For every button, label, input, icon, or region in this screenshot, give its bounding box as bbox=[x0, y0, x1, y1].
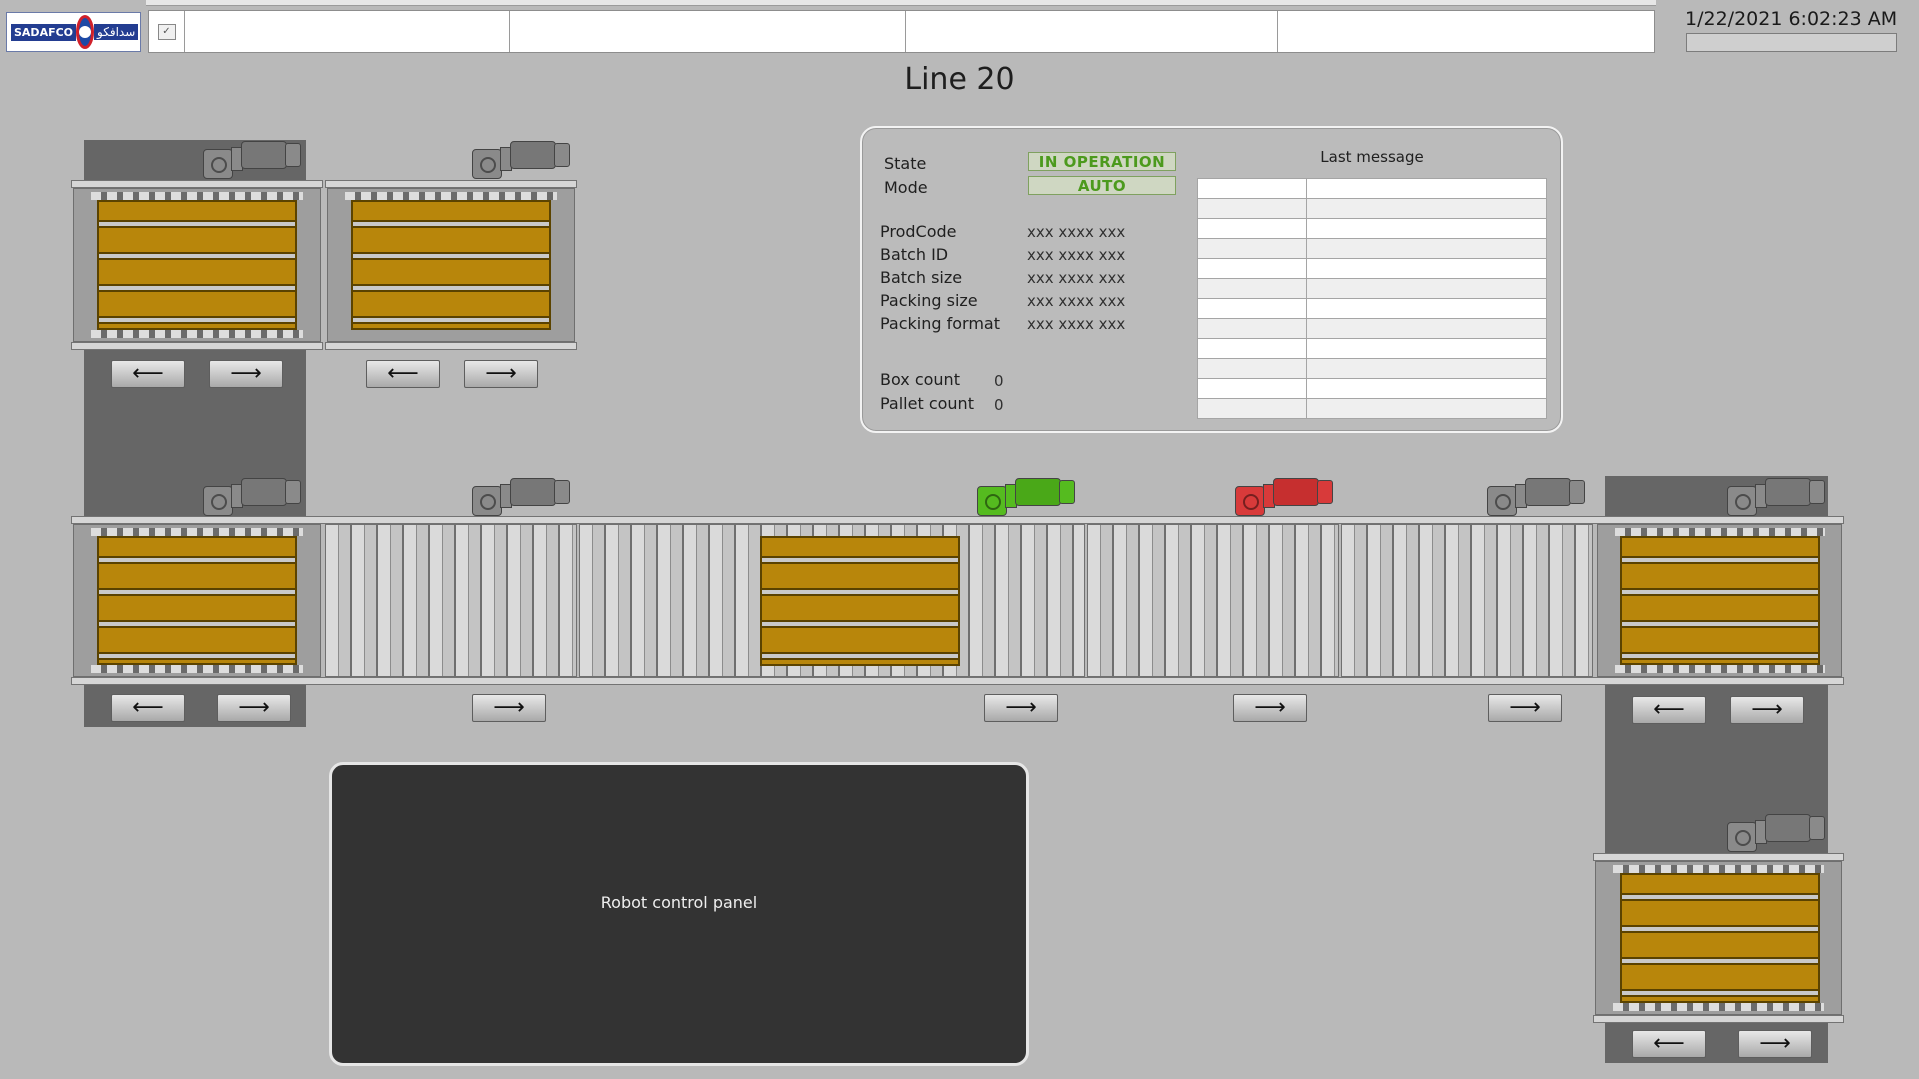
motor-icon[interactable] bbox=[472, 476, 572, 516]
pallet bbox=[1620, 873, 1820, 1003]
field-value: xxx xxxx xxx bbox=[1027, 269, 1126, 287]
table-row bbox=[1197, 238, 1547, 259]
robot-control-panel[interactable]: Robot control panel bbox=[329, 762, 1029, 1066]
datetime-display: 1/22/2021 6:02:23 AM bbox=[1685, 8, 1898, 30]
pallet bbox=[351, 200, 551, 330]
field-label: Batch size bbox=[880, 268, 963, 287]
table-row bbox=[1197, 378, 1547, 399]
roller-conveyor-1[interactable] bbox=[325, 524, 577, 677]
logo-text-ar: سدافكو bbox=[94, 24, 139, 40]
table-row bbox=[1197, 358, 1547, 379]
move-left-button[interactable]: ⟵ bbox=[1632, 1030, 1706, 1058]
conveyor-top-rail bbox=[71, 516, 1844, 524]
move-left-button[interactable]: ⟵ bbox=[111, 360, 185, 388]
pallet-station-1[interactable] bbox=[71, 180, 323, 350]
page-title: Line 20 bbox=[904, 62, 1015, 97]
table-row bbox=[1197, 338, 1547, 359]
move-left-button[interactable]: ⟵ bbox=[111, 694, 185, 722]
field-label: ProdCode bbox=[880, 222, 957, 241]
logo-emblem-icon bbox=[76, 15, 95, 49]
roller-conveyor-3[interactable] bbox=[1087, 524, 1339, 677]
alarm-cell-4 bbox=[1278, 11, 1654, 52]
pallet-count-label: Pallet count bbox=[880, 394, 974, 413]
move-right-button[interactable]: ⟶ bbox=[209, 360, 283, 388]
motor-fault-icon[interactable] bbox=[1235, 476, 1335, 516]
field-value: xxx xxxx xxx bbox=[1027, 223, 1126, 241]
box-count-value: 0 bbox=[994, 372, 1004, 390]
move-left-button[interactable]: ⟵ bbox=[1632, 696, 1706, 724]
field-label: Batch ID bbox=[880, 245, 949, 264]
table-row bbox=[1197, 198, 1547, 219]
move-right-button[interactable]: ⟶ bbox=[472, 694, 546, 722]
alarm-message-bar[interactable]: ✓ bbox=[148, 10, 1655, 53]
move-right-button[interactable]: ⟶ bbox=[1233, 694, 1307, 722]
mode-indicator: AUTO bbox=[1028, 176, 1176, 195]
pallet bbox=[1620, 536, 1820, 665]
move-right-button[interactable]: ⟶ bbox=[1730, 696, 1804, 724]
box-count-label: Box count bbox=[880, 370, 960, 389]
alarm-cell-2 bbox=[510, 11, 906, 52]
roller-conveyor-4[interactable] bbox=[1341, 524, 1593, 677]
field-value: xxx xxxx xxx bbox=[1027, 315, 1126, 333]
top-strip bbox=[146, 0, 1656, 6]
logo-text-en: SADAFCO bbox=[11, 23, 77, 41]
mode-label: Mode bbox=[884, 178, 928, 197]
move-left-button[interactable]: ⟵ bbox=[366, 360, 440, 388]
pallet-count-value: 0 bbox=[994, 396, 1004, 414]
table-row bbox=[1197, 178, 1547, 199]
move-right-button[interactable]: ⟶ bbox=[1488, 694, 1562, 722]
field-label: Packing size bbox=[880, 291, 978, 310]
move-right-button[interactable]: ⟶ bbox=[1738, 1030, 1812, 1058]
pallet-station-2[interactable] bbox=[325, 180, 577, 350]
table-row bbox=[1197, 398, 1547, 419]
table-row bbox=[1197, 218, 1547, 239]
table-row bbox=[1197, 278, 1547, 299]
last-message-table[interactable] bbox=[1197, 178, 1547, 419]
last-message-label: Last message bbox=[1320, 148, 1424, 166]
pallet bbox=[97, 200, 297, 330]
move-right-button[interactable]: ⟶ bbox=[984, 694, 1058, 722]
pallet bbox=[97, 536, 297, 665]
motor-icon[interactable] bbox=[472, 139, 572, 179]
motor-icon[interactable] bbox=[1727, 476, 1827, 516]
table-row bbox=[1197, 318, 1547, 339]
move-right-button[interactable]: ⟶ bbox=[464, 360, 538, 388]
motor-icon[interactable] bbox=[1727, 812, 1827, 852]
message-icon[interactable]: ✓ bbox=[149, 11, 185, 52]
datetime-bar bbox=[1686, 33, 1897, 52]
company-logo: SADAFCO سدافكو bbox=[6, 12, 141, 52]
pallet bbox=[760, 536, 960, 666]
pallet-station-5[interactable] bbox=[1593, 853, 1844, 1023]
table-row bbox=[1197, 298, 1547, 319]
motor-icon[interactable] bbox=[203, 139, 303, 179]
field-value: xxx xxxx xxx bbox=[1027, 292, 1126, 310]
field-label: Packing format bbox=[880, 314, 1001, 333]
conveyor-bottom-rail bbox=[71, 677, 1844, 685]
alarm-cell-1 bbox=[185, 11, 510, 52]
table-row bbox=[1197, 258, 1547, 279]
state-indicator: IN OPERATION bbox=[1028, 152, 1176, 171]
motor-icon[interactable] bbox=[1487, 476, 1587, 516]
robot-panel-label: Robot control panel bbox=[600, 893, 758, 912]
motor-running-icon[interactable] bbox=[977, 476, 1077, 516]
motor-icon[interactable] bbox=[203, 476, 303, 516]
pallet-station-3[interactable] bbox=[71, 524, 323, 677]
field-value: xxx xxxx xxx bbox=[1027, 246, 1126, 264]
alarm-cell-3 bbox=[906, 11, 1278, 52]
move-right-button[interactable]: ⟶ bbox=[217, 694, 291, 722]
state-label: State bbox=[884, 154, 927, 173]
pallet-station-4[interactable] bbox=[1595, 524, 1844, 677]
